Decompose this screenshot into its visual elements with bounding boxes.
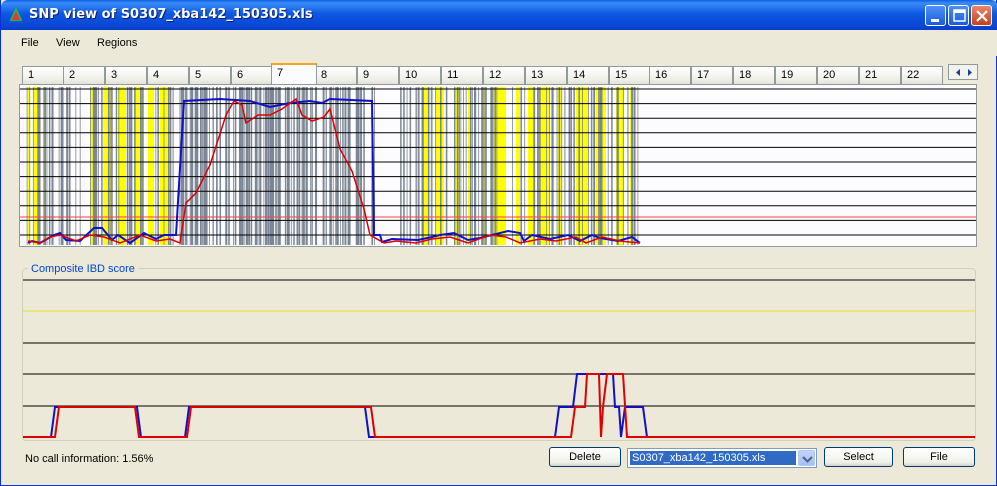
tab-chromosome-18[interactable]: 18	[733, 66, 775, 84]
tab-chromosome-3[interactable]: 3	[105, 66, 147, 84]
file-select-dropdown[interactable]	[798, 450, 815, 466]
file-select[interactable]: S0307_xba142_150305.xls	[627, 448, 817, 468]
no-call-status: No call information: 1.56%	[25, 453, 154, 465]
file-button[interactable]: File	[903, 447, 975, 467]
minimize-button[interactable]	[925, 5, 946, 26]
title-bar[interactable]: SNP view of S0307_xba142_150305.xls	[1, 0, 997, 30]
window-title: SNP view of S0307_xba142_150305.xls	[29, 7, 313, 22]
tab-chromosome-8[interactable]: 8	[315, 66, 357, 84]
tab-chromosome-21[interactable]: 21	[859, 66, 901, 84]
menu-regions[interactable]: Regions	[97, 37, 137, 49]
tab-chromosome-9[interactable]: 9	[357, 66, 399, 84]
triangle-right-icon[interactable]	[968, 69, 972, 76]
yellow-band	[528, 87, 534, 245]
tab-chromosome-7[interactable]: 7	[271, 63, 317, 84]
triangle-left-icon[interactable]	[956, 69, 960, 76]
yellow-band	[436, 87, 444, 245]
maximize-icon	[953, 9, 966, 22]
snp-ibd-plot[interactable]	[20, 85, 976, 246]
tab-chromosome-5[interactable]: 5	[189, 66, 231, 84]
tab-chromosome-14[interactable]: 14	[567, 66, 609, 84]
tab-chromosome-16[interactable]: 16	[649, 66, 691, 84]
minimize-icon	[931, 19, 939, 22]
menu-bar: File View Regions	[1, 30, 997, 56]
tab-chromosome-2[interactable]: 2	[63, 66, 105, 84]
tab-chromosome-10[interactable]: 10	[399, 66, 441, 84]
yellow-band	[516, 87, 520, 245]
yellow-band	[576, 87, 588, 245]
tab-chromosome-20[interactable]: 20	[817, 66, 859, 84]
tab-chromosome-4[interactable]: 4	[147, 66, 189, 84]
close-button[interactable]	[971, 5, 992, 26]
tab-chromosome-12[interactable]: 12	[483, 66, 525, 84]
tab-chromosome-19[interactable]: 19	[775, 66, 817, 84]
composite-title: Composite IBD score	[28, 263, 138, 275]
composite-ibd-plot[interactable]	[23, 277, 975, 439]
menu-file[interactable]: File	[21, 37, 39, 49]
menu-view[interactable]: View	[56, 37, 80, 49]
tab-chromosome-13[interactable]: 13	[525, 66, 567, 84]
delete-button[interactable]: Delete	[549, 447, 621, 467]
tab-chromosome-1[interactable]: 1	[22, 66, 64, 84]
snp-app-icon	[9, 7, 23, 23]
chevron-down-icon	[802, 456, 813, 463]
tab-chromosome-17[interactable]: 17	[691, 66, 733, 84]
tab-chromosome-22[interactable]: 22	[901, 66, 943, 84]
snp-plot-panel	[19, 84, 977, 247]
tab-chromosome-11[interactable]: 11	[441, 66, 483, 84]
snp-view-window: SNP view of S0307_xba142_150305.xls File…	[0, 0, 997, 486]
tab-chromosome-15[interactable]: 15	[609, 66, 651, 84]
tab-scroll-buttons[interactable]	[948, 64, 978, 80]
yellow-band	[540, 87, 550, 245]
tab-chromosome-6[interactable]: 6	[231, 66, 273, 84]
file-select-value: S0307_xba142_150305.xls	[630, 451, 796, 465]
yellow-band	[148, 87, 154, 245]
maximize-button[interactable]	[948, 5, 969, 26]
select-button[interactable]: Select	[824, 447, 893, 467]
close-icon	[976, 10, 988, 22]
